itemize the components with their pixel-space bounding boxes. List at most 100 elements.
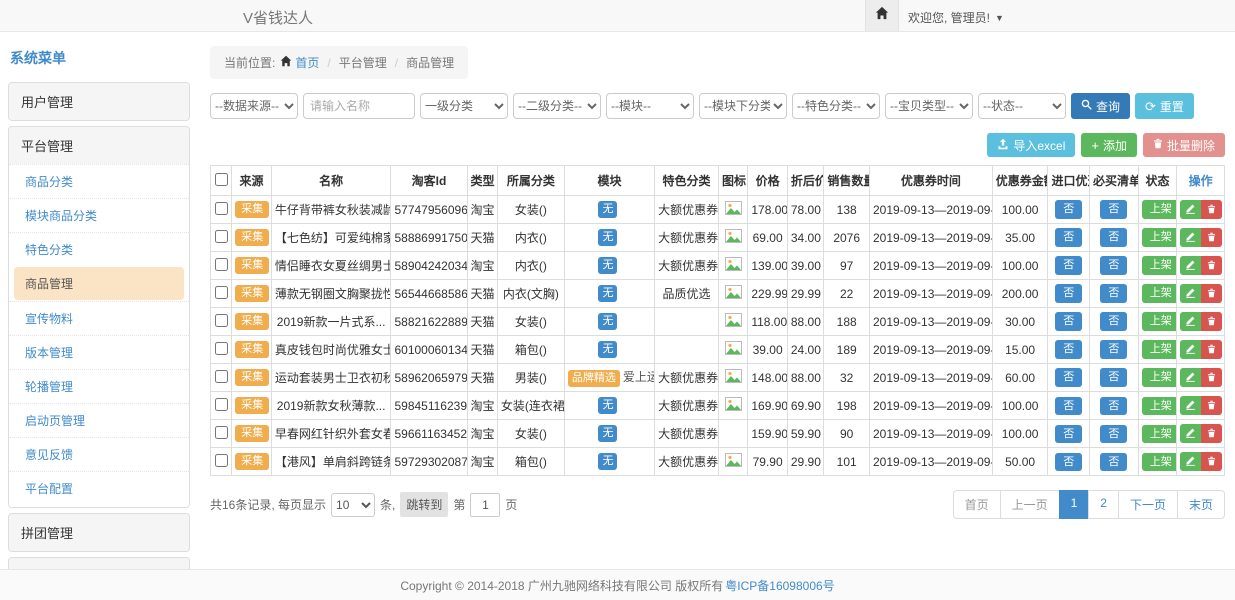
status-button[interactable]: 上架 bbox=[1142, 256, 1177, 274]
edit-button[interactable] bbox=[1180, 228, 1201, 247]
pager-item[interactable]: 末页 bbox=[1177, 490, 1225, 519]
edit-button[interactable] bbox=[1180, 368, 1201, 387]
filter-select[interactable]: --数据来源-- bbox=[210, 93, 298, 119]
sidebar-item[interactable]: 特色分类 bbox=[9, 232, 189, 266]
status-button[interactable]: 上架 bbox=[1142, 425, 1177, 443]
filter-select[interactable]: --状态-- bbox=[978, 93, 1066, 119]
import-toggle[interactable]: 否 bbox=[1055, 368, 1082, 386]
pager-item[interactable]: 首页 bbox=[953, 490, 1001, 519]
pager-item[interactable]: 1 bbox=[1059, 490, 1090, 519]
row-checkbox[interactable] bbox=[215, 454, 228, 467]
sidebar-item[interactable]: 商品管理 bbox=[14, 267, 184, 300]
mustbuy-toggle[interactable]: 否 bbox=[1100, 425, 1127, 443]
filter-name-input[interactable] bbox=[303, 93, 415, 119]
delete-button[interactable] bbox=[1201, 424, 1222, 443]
edit-button[interactable] bbox=[1180, 284, 1201, 303]
delete-button[interactable] bbox=[1201, 368, 1222, 387]
import-toggle[interactable]: 否 bbox=[1055, 256, 1082, 274]
sidebar-item[interactable]: 轮播管理 bbox=[9, 369, 189, 403]
status-button[interactable]: 上架 bbox=[1142, 397, 1177, 415]
mustbuy-toggle[interactable]: 否 bbox=[1100, 284, 1127, 302]
row-checkbox[interactable] bbox=[215, 286, 228, 299]
row-checkbox[interactable] bbox=[215, 314, 228, 327]
edit-button[interactable] bbox=[1180, 424, 1201, 443]
sidebar-section-header[interactable]: 用户管理 bbox=[9, 83, 189, 120]
status-button[interactable]: 上架 bbox=[1142, 368, 1177, 386]
sidebar-item[interactable]: 版本管理 bbox=[9, 335, 189, 369]
status-button[interactable]: 上架 bbox=[1142, 284, 1177, 302]
user-menu[interactable]: 欢迎您, 管理员! ▼ bbox=[908, 9, 1004, 26]
row-checkbox[interactable] bbox=[215, 370, 228, 383]
import-toggle[interactable]: 否 bbox=[1055, 397, 1082, 415]
row-checkbox[interactable] bbox=[215, 426, 228, 439]
reset-button[interactable]: ⟳ 重置 bbox=[1135, 93, 1194, 119]
per-page-select[interactable]: 10 bbox=[331, 493, 375, 517]
mustbuy-toggle[interactable]: 否 bbox=[1100, 453, 1127, 471]
row-checkbox[interactable] bbox=[215, 202, 228, 215]
filter-select[interactable]: --二级分类-- bbox=[513, 93, 601, 119]
row-checkbox[interactable] bbox=[215, 258, 228, 271]
icp-link[interactable]: 粤ICP备16098006号 bbox=[725, 577, 834, 594]
import-toggle[interactable]: 否 bbox=[1055, 312, 1082, 330]
import-excel-button[interactable]: 导入excel bbox=[987, 133, 1075, 157]
pager-item[interactable]: 2 bbox=[1088, 490, 1119, 519]
edit-button[interactable] bbox=[1180, 396, 1201, 415]
mustbuy-toggle[interactable]: 否 bbox=[1100, 368, 1127, 386]
import-toggle[interactable]: 否 bbox=[1055, 228, 1082, 246]
breadcrumb-home-link[interactable]: 首页 bbox=[280, 54, 319, 71]
mustbuy-toggle[interactable]: 否 bbox=[1100, 256, 1127, 274]
status-button[interactable]: 上架 bbox=[1142, 453, 1177, 471]
sidebar-item[interactable]: 平台配置 bbox=[9, 471, 189, 505]
delete-button[interactable] bbox=[1201, 340, 1222, 359]
page-number-input[interactable] bbox=[470, 493, 500, 517]
delete-button[interactable] bbox=[1201, 256, 1222, 275]
import-toggle[interactable]: 否 bbox=[1055, 425, 1082, 443]
row-checkbox[interactable] bbox=[215, 230, 228, 243]
edit-button[interactable] bbox=[1180, 340, 1201, 359]
row-checkbox[interactable] bbox=[215, 398, 228, 411]
import-toggle[interactable]: 否 bbox=[1055, 453, 1082, 471]
import-toggle[interactable]: 否 bbox=[1055, 200, 1082, 218]
status-button[interactable]: 上架 bbox=[1142, 340, 1177, 358]
delete-button[interactable] bbox=[1201, 396, 1222, 415]
add-button[interactable]: + 添加 bbox=[1081, 133, 1137, 157]
mustbuy-toggle[interactable]: 否 bbox=[1100, 312, 1127, 330]
mustbuy-toggle[interactable]: 否 bbox=[1100, 200, 1127, 218]
edit-button[interactable] bbox=[1180, 200, 1201, 219]
pager-item[interactable]: 上一页 bbox=[1000, 490, 1060, 519]
sidebar-item[interactable]: 宣传物料 bbox=[9, 301, 189, 335]
mustbuy-toggle[interactable]: 否 bbox=[1100, 340, 1127, 358]
mustbuy-toggle[interactable]: 否 bbox=[1100, 397, 1127, 415]
pager-item[interactable]: 下一页 bbox=[1118, 490, 1178, 519]
mustbuy-toggle[interactable]: 否 bbox=[1100, 228, 1127, 246]
edit-button[interactable] bbox=[1180, 452, 1201, 471]
import-toggle[interactable]: 否 bbox=[1055, 340, 1082, 358]
jump-button[interactable]: 跳转到 bbox=[400, 492, 448, 517]
status-button[interactable]: 上架 bbox=[1142, 228, 1177, 246]
filter-select[interactable]: --宝贝类型-- bbox=[885, 93, 973, 119]
filter-select[interactable]: --模块-- bbox=[606, 93, 694, 119]
delete-button[interactable] bbox=[1201, 452, 1222, 471]
status-button[interactable]: 上架 bbox=[1142, 200, 1177, 218]
delete-button[interactable] bbox=[1201, 228, 1222, 247]
filter-select[interactable]: --模块下分类-- bbox=[699, 93, 787, 119]
sidebar-item[interactable]: 商品分类 bbox=[9, 164, 189, 198]
home-button[interactable] bbox=[865, 0, 899, 31]
delete-button[interactable] bbox=[1201, 284, 1222, 303]
sidebar-item[interactable]: 模块商品分类 bbox=[9, 198, 189, 232]
sidebar-section-header[interactable]: 平台管理 bbox=[9, 127, 189, 164]
sidebar-item[interactable]: 意见反馈 bbox=[9, 437, 189, 471]
search-button[interactable]: 查询 bbox=[1071, 93, 1130, 119]
select-all-checkbox[interactable] bbox=[215, 173, 228, 186]
sidebar-section-header[interactable]: 拼团管理 bbox=[9, 514, 189, 551]
edit-button[interactable] bbox=[1180, 256, 1201, 275]
delete-button[interactable] bbox=[1201, 312, 1222, 331]
import-toggle[interactable]: 否 bbox=[1055, 284, 1082, 302]
sidebar-item[interactable]: 启动页管理 bbox=[9, 403, 189, 437]
filter-select[interactable]: 一级分类 bbox=[420, 93, 508, 119]
batch-delete-button[interactable]: 批量删除 bbox=[1143, 133, 1225, 157]
filter-select[interactable]: --特色分类-- bbox=[792, 93, 880, 119]
row-checkbox[interactable] bbox=[215, 342, 228, 355]
edit-button[interactable] bbox=[1180, 312, 1201, 331]
delete-button[interactable] bbox=[1201, 200, 1222, 219]
